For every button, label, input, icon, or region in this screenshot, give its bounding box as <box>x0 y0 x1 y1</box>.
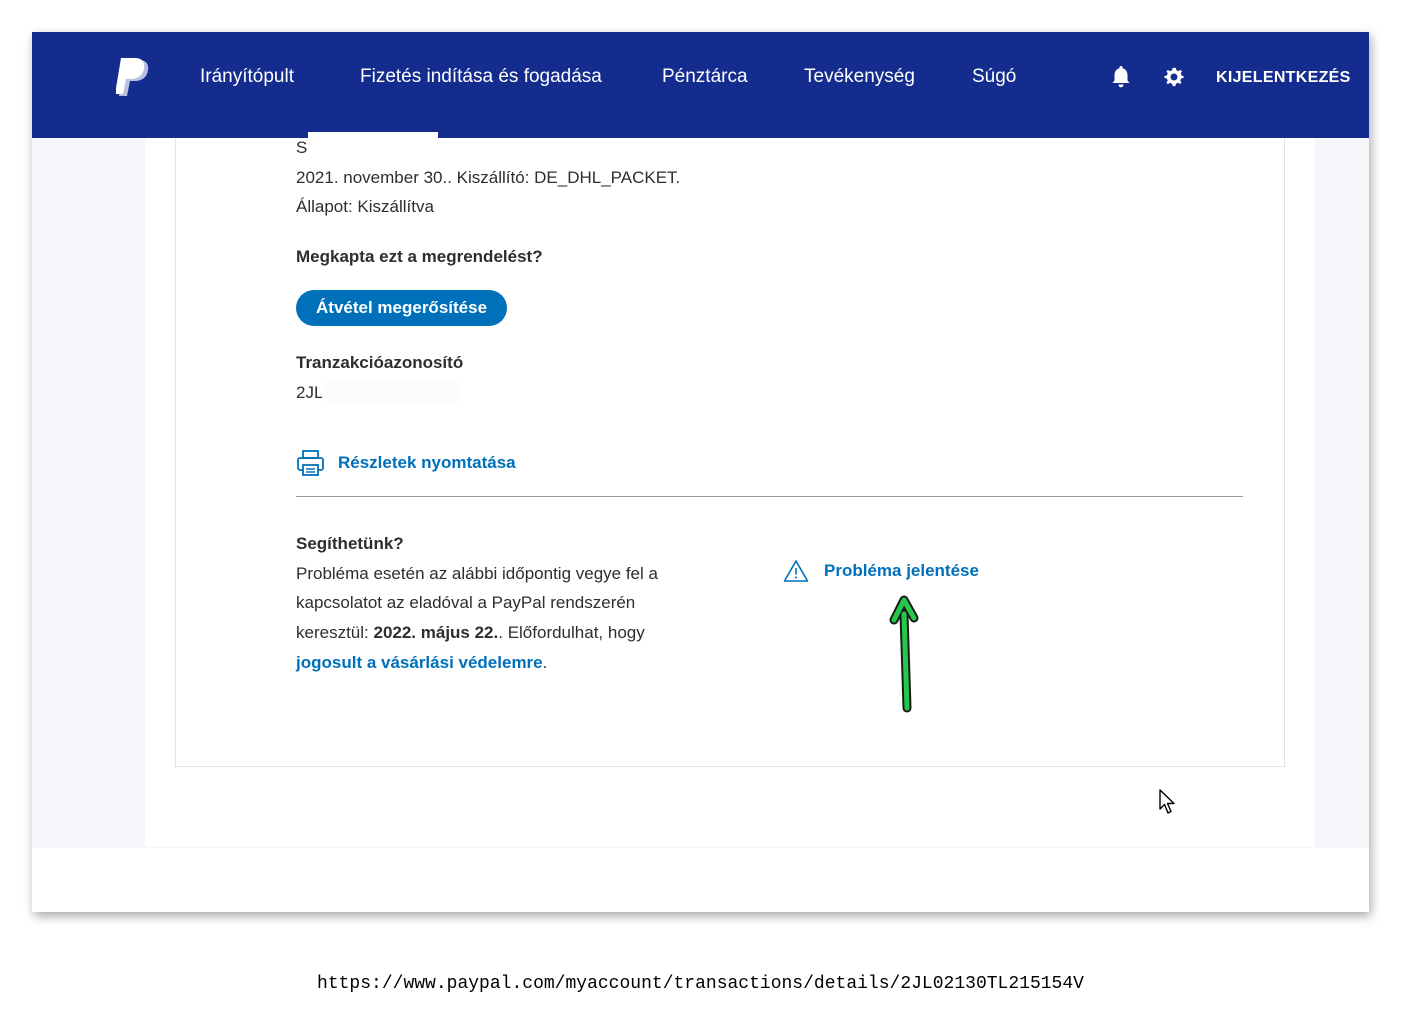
print-details-label: Részletek nyomtatása <box>338 453 516 472</box>
help-heading: Segíthetünk? <box>296 534 404 553</box>
report-problem-label: Probléma jelentése <box>824 561 979 580</box>
footer-area <box>32 848 1369 912</box>
shipping-date-carrier: 2021. november 30.. Kiszállító: DE_DHL_P… <box>296 168 681 187</box>
nav-activity[interactable]: Tevékenység <box>804 66 915 88</box>
section-divider <box>296 496 1243 497</box>
nav-send-receive[interactable]: Fizetés indítása és fogadása <box>360 66 602 88</box>
help-text-period: . <box>542 653 548 672</box>
redaction <box>322 378 462 402</box>
browser-window: Irányítópult Fizetés indítása és fogadás… <box>32 32 1369 912</box>
gear-icon[interactable] <box>1163 65 1185 89</box>
transaction-id-value: 2JL <box>296 383 324 402</box>
shipping-status: Állapot: Kiszállítva <box>296 197 434 216</box>
content-panel: S 2021. november 30.. Kiszállító: DE_DHL… <box>145 132 1315 847</box>
help-text-suffix: . Előfordulhat, hogy <box>498 623 645 642</box>
printer-icon <box>297 450 324 476</box>
help-text-line2: kapcsolatot az eladóval a PayPal rendsze… <box>296 593 636 612</box>
logout-link[interactable]: KIJELENTKEZÉS <box>1216 69 1351 87</box>
annotation-arrow-icon <box>889 595 919 713</box>
transaction-id-heading: Tranzakcióazonosító <box>296 353 464 372</box>
shipping-recipient-partial: S <box>296 138 308 157</box>
nav-dashboard[interactable]: Irányítópult <box>200 66 294 88</box>
receipt-question: Megkapta ezt a megrendelést? <box>296 247 543 266</box>
warning-triangle-icon <box>783 560 809 582</box>
help-deadline: 2022. május 22. <box>373 623 499 642</box>
transaction-details-card: S 2021. november 30.. Kiszállító: DE_DHL… <box>175 132 1285 767</box>
bell-icon[interactable] <box>1110 65 1132 89</box>
help-text-prefix: keresztül: <box>296 623 374 642</box>
mouse-cursor-icon <box>1159 789 1175 814</box>
purchase-protection-link[interactable]: jogosult a vásárlási védelemre <box>296 653 543 672</box>
paypal-logo[interactable] <box>116 58 150 98</box>
help-text-line1: Probléma esetén az alábbi időpontig vegy… <box>296 564 658 583</box>
caption-url: https://www.paypal.com/myaccount/transac… <box>317 974 1084 994</box>
redaction <box>308 132 438 154</box>
top-navigation: Irányítópult Fizetés indítása és fogadás… <box>32 32 1369 138</box>
nav-help[interactable]: Súgó <box>972 66 1016 88</box>
help-text-line4: jogosult a vásárlási védelemre. <box>296 653 547 673</box>
nav-wallet[interactable]: Pénztárca <box>662 66 748 88</box>
help-text-line3: keresztül: 2022. május 22.. Előfordulhat… <box>296 623 645 643</box>
confirm-receipt-button[interactable]: Átvétel megerősítése <box>296 290 508 326</box>
